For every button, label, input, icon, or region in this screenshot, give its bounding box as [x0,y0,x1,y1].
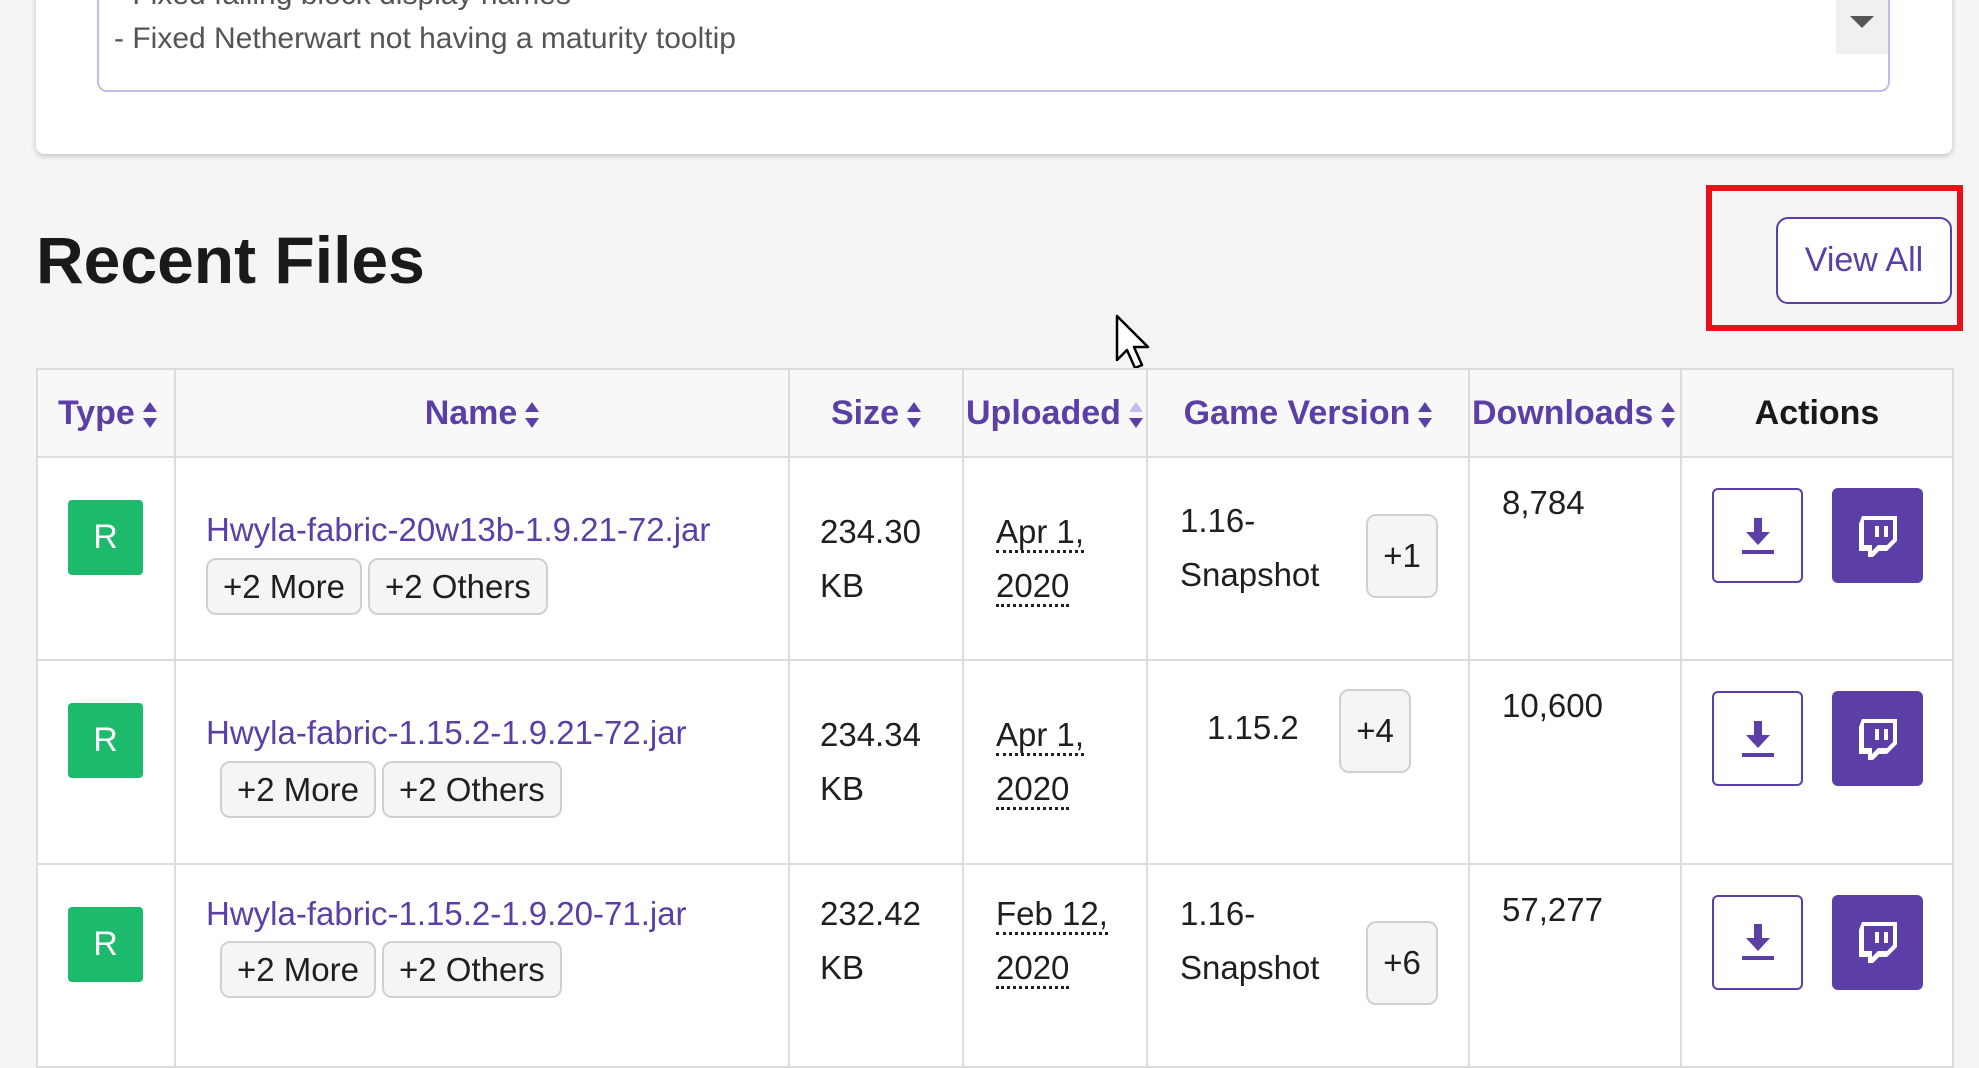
chevron-down-icon[interactable] [1850,16,1874,28]
file-name-link[interactable]: Hwyla-fabric-1.15.2-1.9.21-72.jar [206,714,687,751]
upload-date-cell: Feb 12, 2020 [962,862,1148,1068]
others-button[interactable]: +2 Others [381,941,562,999]
file-name-cell: Hwyla-fabric-1.15.2-1.9.21-72.jar +2 Mor… [174,659,790,865]
column-header-actions: Actions [1680,368,1954,458]
column-header-uploaded[interactable]: Uploaded [962,368,1148,458]
column-header-type[interactable]: Type [36,368,176,458]
game-version-cell: 1.16-Snapshot +1 [1146,455,1470,662]
upload-date: Feb 12, 2020 [996,894,1108,989]
download-button[interactable] [1712,691,1803,787]
file-name-cell: Hwyla-fabric-1.15.2-1.9.20-71.jar +2 Mor… [174,862,790,1068]
changelog-textarea[interactable]: - Fixed falling block display names - Fi… [97,0,1890,92]
others-button[interactable]: +2 Others [367,557,548,615]
actions-cell [1680,862,1954,1068]
sort-icon [1418,401,1433,429]
download-button[interactable] [1712,488,1803,583]
download-count: 8,784 [1468,455,1682,662]
column-header-label: Uploaded [966,393,1121,432]
upload-date: Apr 1, 2020 [996,512,1085,607]
table-row: R Hwyla-fabric-1.15.2-1.9.21-72.jar +2 M… [36,659,1954,865]
column-header-label: Name [424,393,518,432]
file-name-link[interactable]: Hwyla-fabric-20w13b-1.9.21-72.jar [206,511,710,548]
install-button[interactable] [1832,894,1923,990]
column-header-label: Downloads [1472,393,1654,432]
download-icon [1741,517,1774,554]
twitch-icon [1858,922,1897,964]
files-table: Type Name Size Uploaded Game Version Dow… [36,368,1954,1068]
game-version: 1.16-Snapshot [1180,894,1320,986]
upload-date-cell: Apr 1, 2020 [962,455,1148,662]
release-type-badge: R [68,500,143,575]
game-version: 1.15.2 [1207,709,1299,747]
actions-cell [1680,455,1954,662]
mouse-cursor-icon [1115,314,1150,370]
sort-icon [1661,401,1676,429]
view-all-button[interactable]: View All [1776,217,1952,304]
table-header-row: Type Name Size Uploaded Game Version Dow… [36,368,1954,458]
changelog-line: - Fixed Netherwart not having a maturity… [114,22,736,55]
download-icon [1741,924,1774,961]
column-header-label: Game Version [1183,393,1411,432]
more-files-button[interactable]: +2 More [220,760,376,818]
sort-icon [907,401,922,429]
changelog-card: - Fixed falling block display names - Fi… [36,0,1952,154]
version-more-button[interactable]: +6 [1366,920,1438,1005]
install-button[interactable] [1832,488,1923,583]
download-count: 57,277 [1468,862,1682,1068]
file-name-cell: Hwyla-fabric-20w13b-1.9.21-72.jar +2 Mor… [174,455,790,662]
twitch-icon [1858,718,1897,760]
download-icon [1741,720,1774,757]
column-header-name[interactable]: Name [174,368,790,458]
version-more-button[interactable]: +4 [1339,689,1411,774]
release-type-badge: R [68,703,143,779]
version-more-button[interactable]: +1 [1366,514,1438,598]
column-header-game-version[interactable]: Game Version [1146,368,1470,458]
more-files-button[interactable]: +2 More [220,941,376,999]
game-version: 1.16-Snapshot [1180,502,1320,593]
file-name-link[interactable]: Hwyla-fabric-1.15.2-1.9.20-71.jar [206,895,687,932]
file-size: 232.42 KB [788,862,964,1068]
game-version-cell: 1.16-Snapshot +6 [1146,862,1470,1068]
table-row: R Hwyla-fabric-1.15.2-1.9.20-71.jar +2 M… [36,862,1954,1068]
column-header-size[interactable]: Size [788,368,964,458]
recent-files-title: Recent Files [36,223,425,297]
upload-date-cell: Apr 1, 2020 [962,659,1148,865]
download-count: 10,600 [1468,659,1682,865]
install-button[interactable] [1832,691,1923,787]
table-row: R Hwyla-fabric-20w13b-1.9.21-72.jar +2 M… [36,455,1954,662]
changelog-scrollbar[interactable] [1836,0,1888,54]
game-version-cell: 1.15.2 +4 [1146,659,1470,865]
column-header-label: Size [830,393,900,432]
column-header-label: Type [58,393,135,432]
actions-cell [1680,659,1954,865]
column-header-downloads[interactable]: Downloads [1468,368,1682,458]
sort-icon [525,401,540,429]
upload-date: Apr 1, 2020 [996,715,1085,810]
more-files-button[interactable]: +2 More [206,557,362,615]
file-size: 234.34 KB [788,659,964,865]
sort-icon [1128,401,1143,429]
file-size: 234.30 KB [788,455,964,662]
twitch-icon [1858,515,1897,557]
others-button[interactable]: +2 Others [381,760,562,818]
changelog-line: - Fixed falling block display names [114,0,571,12]
release-type-badge: R [68,906,143,982]
download-button[interactable] [1712,894,1803,990]
sort-icon [142,401,157,429]
